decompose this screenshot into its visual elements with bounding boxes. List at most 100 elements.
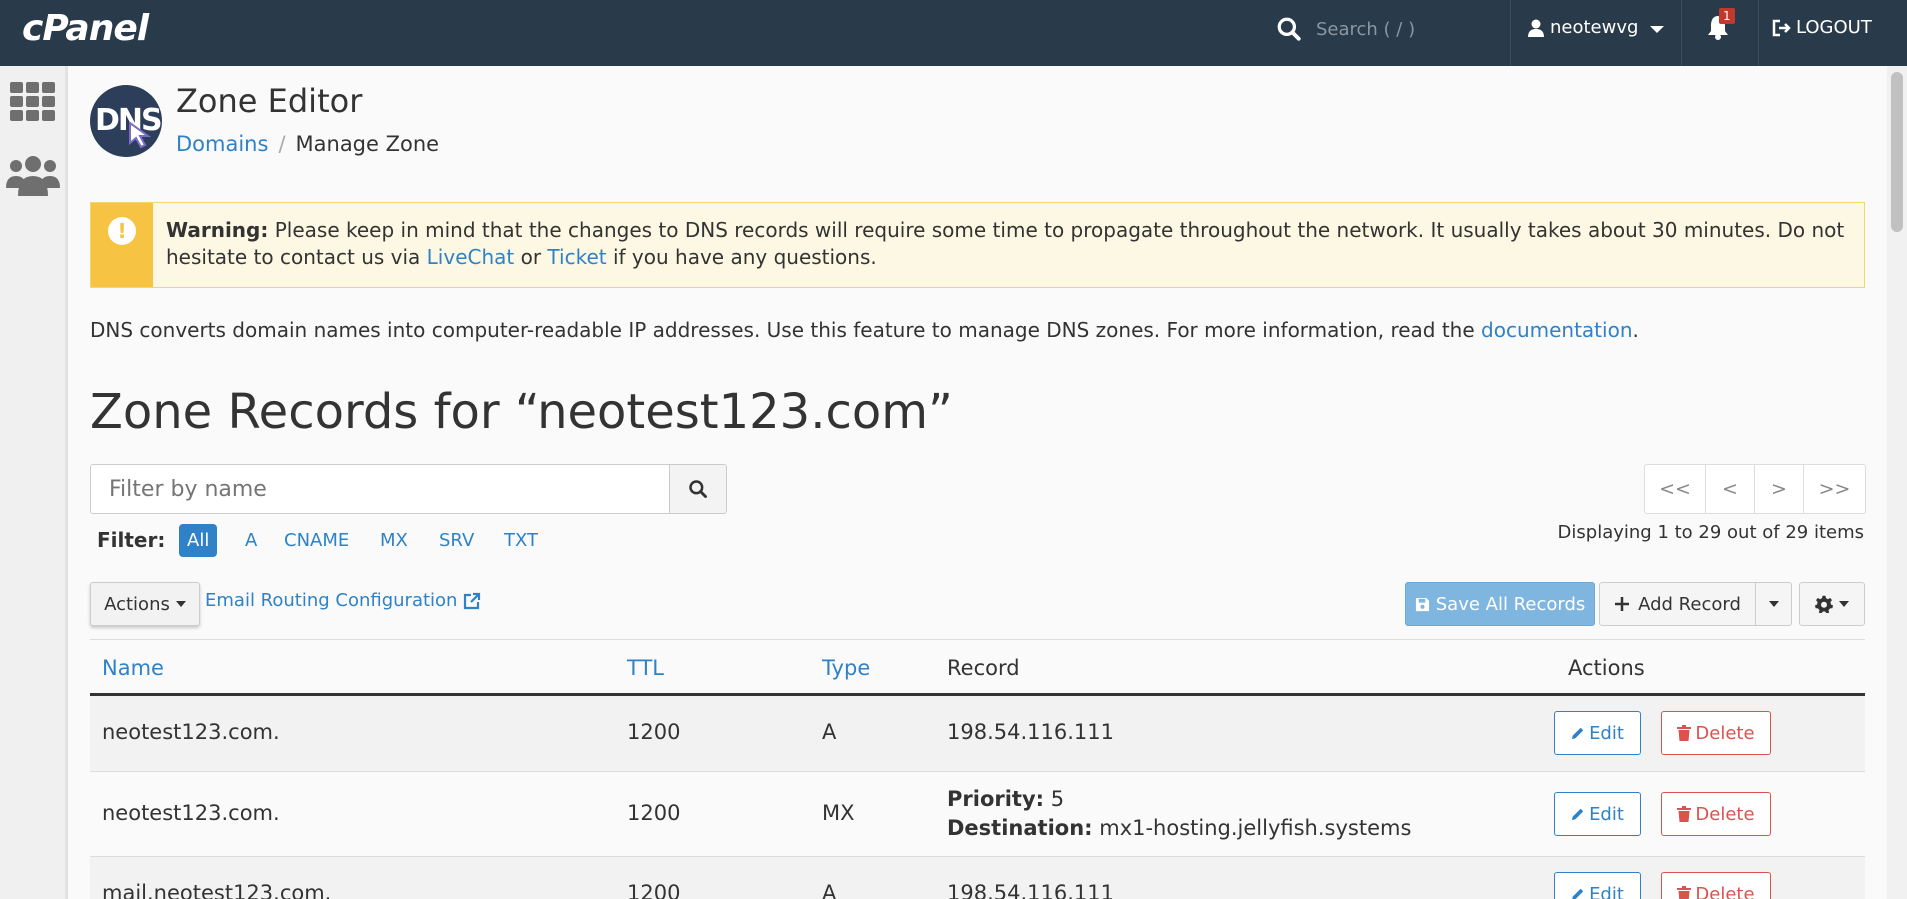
save-all-label: Save All Records [1435,593,1586,615]
documentation-link[interactable]: documentation [1481,318,1632,342]
dns-logo: DNS [90,85,162,157]
filter-txt[interactable]: TXT [496,524,546,557]
top-navigation-bar: cPanel Search ( / ) neotewvg 1 LOGOUT [0,0,1907,66]
record-ttl: 1200 [627,801,681,825]
first-page-button[interactable]: << [1644,464,1706,514]
intro-end: . [1632,318,1639,342]
scroll-thumb[interactable] [1891,72,1903,232]
breadcrumb-domains-link[interactable]: Domains [176,132,268,156]
record-type: A [822,881,837,899]
livechat-link[interactable]: LiveChat [427,245,515,269]
pagination: << < > >> [1644,464,1866,514]
save-all-records-button[interactable]: Save All Records [1405,582,1595,626]
notification-badge: 1 [1719,8,1735,24]
column-header-record: Record [947,656,1020,680]
divider [1510,0,1511,66]
breadcrumb: Domains / Manage Zone [176,132,439,156]
edit-label: Edit [1589,883,1624,899]
ticket-link[interactable]: Ticket [547,245,606,269]
delete-label: Delete [1695,803,1755,825]
delete-button[interactable]: Delete [1661,711,1771,755]
logout-button[interactable]: LOGOUT [1772,17,1872,38]
record-name: neotest123.com. [102,801,280,825]
caret-down-icon [1839,601,1849,607]
gear-icon [1815,595,1833,613]
priority-value: 5 [1050,787,1065,811]
add-record-button[interactable]: Add Record [1599,582,1756,626]
filter-a[interactable]: A [237,524,265,557]
warning-body: Please keep in mind that the changes to … [166,218,1845,269]
pencil-icon [1571,727,1584,740]
email-routing-label: Email Routing Configuration [205,590,458,611]
breadcrumb-current: Manage Zone [295,132,440,156]
record-name: mail.neotest123.com. [102,881,332,899]
username: neotewvg [1550,17,1639,38]
pencil-icon [1571,808,1584,821]
record-value: 198.54.116.111 [947,720,1114,744]
column-header-actions: Actions [1568,656,1645,680]
table-header: Name TTL Type Record Actions [90,639,1865,696]
table-row: neotest123.com. 1200 A 198.54.116.111 Ed… [90,696,1865,772]
warning-end: if you have any questions. [606,245,877,269]
trash-icon [1677,886,1692,899]
add-record-dropdown-toggle[interactable] [1755,582,1792,626]
users-icon[interactable] [6,154,60,196]
last-page-button[interactable]: >> [1803,464,1866,514]
record-name: neotest123.com. [102,720,280,744]
divider [1758,0,1759,66]
warning-strip: ! [91,203,153,287]
delete-label: Delete [1695,883,1755,899]
search-icon [689,480,707,498]
chevron-down-icon[interactable] [1650,26,1664,33]
prev-page-button[interactable]: < [1705,464,1755,514]
add-record-label: Add Record [1638,593,1741,615]
cpanel-logo[interactable]: cPanel [22,8,149,49]
record-value: 198.54.116.111 [947,881,1114,899]
settings-dropdown[interactable] [1799,582,1865,626]
email-routing-link[interactable]: Email Routing Configuration [205,590,481,611]
destination-label: Destination: [947,816,1093,840]
filter-label: Filter: [97,528,166,552]
column-header-type[interactable]: Type [822,656,870,680]
filter-srv[interactable]: SRV [431,524,482,557]
caret-down-icon [175,601,186,607]
record-ttl: 1200 [627,881,681,899]
warning-or: or [514,245,548,269]
edit-button[interactable]: Edit [1554,872,1641,899]
filter-by-name-input[interactable] [90,464,670,514]
sign-out-icon [1772,19,1791,36]
displaying-count: Displaying 1 to 29 out of 29 items [1557,522,1864,543]
actions-dropdown[interactable]: Actions [90,582,200,626]
record-type: A [822,720,837,744]
user-icon [1528,19,1544,37]
user-menu[interactable]: neotewvg [1528,17,1638,38]
column-header-ttl[interactable]: TTL [627,656,664,680]
next-page-button[interactable]: > [1754,464,1804,514]
scrollbar[interactable] [1887,66,1907,899]
intro-text: DNS converts domain names into computer-… [90,318,1639,342]
filter-search-button[interactable] [669,464,727,514]
logout-label: LOGOUT [1796,17,1872,38]
record-type: MX [822,801,855,825]
delete-button[interactable]: Delete [1661,792,1771,836]
sidebar [0,66,68,899]
record-priority: Priority: 5 [947,787,1064,811]
filter-mx[interactable]: MX [372,524,416,557]
delete-button[interactable]: Delete [1661,872,1771,899]
delete-label: Delete [1695,722,1755,744]
search-input[interactable]: Search ( / ) [1316,19,1415,40]
caret-down-icon [1768,601,1779,607]
edit-button[interactable]: Edit [1554,792,1641,836]
record-destination: Destination: mx1-hosting.jellyfish.syste… [947,816,1411,840]
column-header-name[interactable]: Name [102,656,164,680]
edit-button[interactable]: Edit [1554,711,1641,755]
cursor-icon [129,121,152,149]
intro-body: DNS converts domain names into computer-… [90,318,1482,342]
divider [1681,0,1682,66]
trash-icon [1677,806,1692,822]
filter-cname[interactable]: CNAME [276,524,357,557]
search-icon[interactable] [1276,16,1302,42]
warning-text: Warning: Please keep in mind that the ch… [166,217,1846,271]
grid-icon[interactable] [10,82,56,122]
filter-all[interactable]: All [179,524,218,557]
